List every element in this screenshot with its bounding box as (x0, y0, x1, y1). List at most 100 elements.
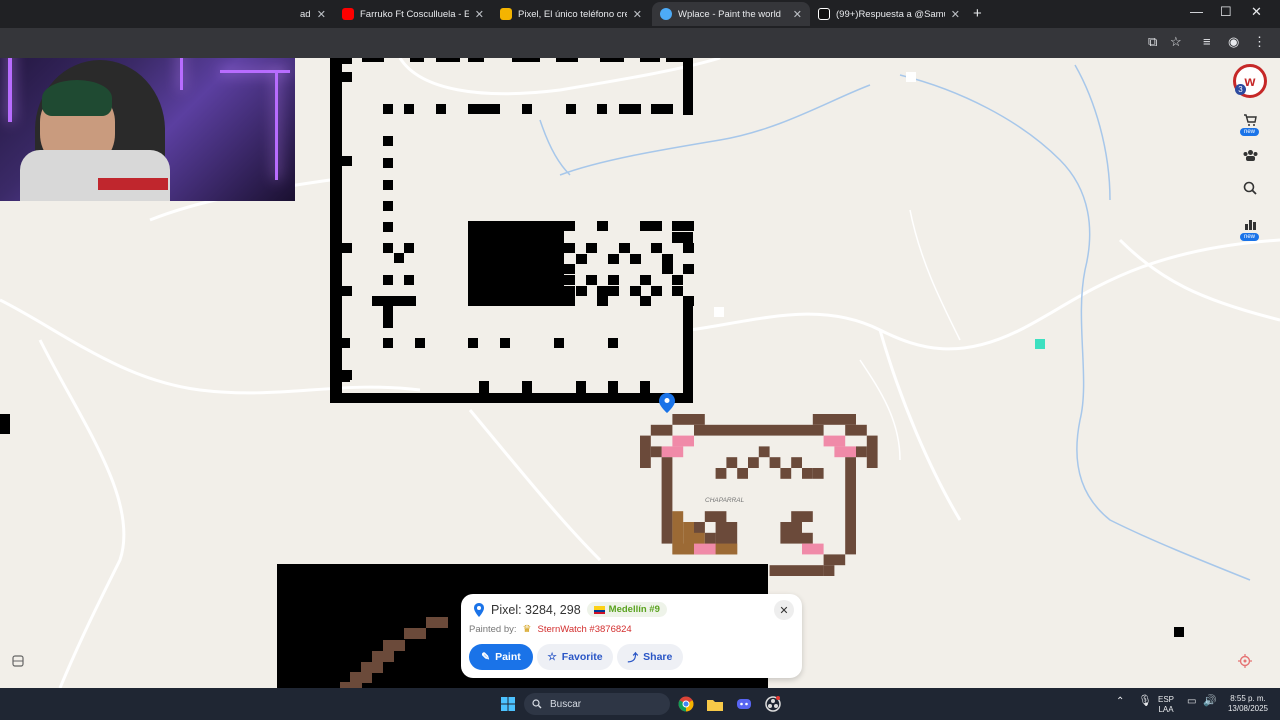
region-name: Medellín #9 (608, 604, 660, 615)
clock[interactable]: 8:55 p. m. 13/08/2025 (1222, 694, 1274, 714)
close-window-button[interactable]: ✕ (1251, 4, 1262, 20)
cat-pixel (748, 457, 759, 468)
share-icon: ⤴ (627, 651, 639, 664)
map-layers-button[interactable] (5, 648, 31, 674)
discord-taskbar-icon[interactable] (733, 693, 755, 715)
cat-pixel (704, 532, 716, 544)
art-pixel (683, 296, 694, 306)
file-explorer-icon[interactable] (704, 693, 726, 715)
art-pixel (522, 381, 532, 393)
art-pixel (394, 253, 404, 263)
network-icon[interactable]: ▭ (1187, 697, 1196, 707)
pixel-white (906, 72, 916, 82)
cat-pixel (845, 457, 856, 468)
art-pixel (330, 58, 342, 403)
art-pixel (683, 221, 694, 231)
new-badge: new (1240, 128, 1260, 136)
cat-pixel (780, 522, 802, 544)
art-pixel (468, 338, 478, 348)
crosshair-icon (1238, 654, 1252, 668)
pixel-edge (0, 414, 10, 434)
art-pixel (404, 275, 414, 285)
favorite-button[interactable]: ☆ Favorite (537, 644, 613, 670)
art-pixel (383, 338, 393, 348)
cat-pixel (780, 468, 792, 479)
cart-icon (1244, 114, 1257, 126)
art-pixel (522, 104, 532, 114)
painter-name[interactable]: SternWatch #3876824 (538, 624, 632, 635)
layers-icon (12, 655, 24, 667)
tab-2[interactable]: Pixel, El único teléfono creado p ✕ (492, 2, 650, 26)
tab-0[interactable]: ade ✕ (292, 2, 334, 26)
art-pixel (564, 221, 575, 231)
art-pixel (564, 264, 575, 274)
share-button[interactable]: ⤴ Share (617, 644, 683, 670)
cat-pixel (672, 414, 705, 425)
cat-pixel (704, 511, 727, 522)
chevron-up-icon[interactable]: ⌃ (1116, 697, 1124, 707)
art-pixel (683, 264, 694, 274)
region-chip[interactable]: Medellín #9 (586, 602, 667, 617)
art-pixel (340, 156, 352, 166)
art-pixel (608, 338, 618, 348)
art-pixel (608, 275, 619, 285)
tab-close-icon[interactable]: ✕ (633, 8, 642, 21)
tab-wplace[interactable]: Wplace - Paint the world ✕ (652, 2, 810, 26)
art-pixel (340, 286, 352, 296)
tab-close-icon[interactable]: ✕ (475, 8, 484, 21)
location-pin-icon (474, 602, 484, 617)
tab-4[interactable]: (99+)Respuesta a @Samuellxx ✕ (810, 2, 968, 26)
paint-button[interactable]: ✎ Paint (469, 644, 533, 670)
language-indicator[interactable]: ESP LAA (1158, 695, 1174, 715)
close-panel-button[interactable]: ✕ (774, 600, 794, 620)
art-pixel (342, 372, 350, 382)
cat-pixel (650, 446, 662, 458)
art-pixel (512, 58, 540, 62)
tab-title: ade (300, 8, 311, 20)
obs-taskbar-icon[interactable] (762, 693, 784, 715)
install-app-icon[interactable]: ⧉ (1148, 34, 1157, 50)
cat-pixel (650, 424, 673, 436)
start-button[interactable] (497, 693, 519, 715)
art-pixel (500, 338, 510, 348)
level-badge: 3 (1235, 84, 1246, 95)
alliance-button[interactable] (1237, 142, 1263, 168)
search-location-button[interactable] (1237, 175, 1263, 201)
art-pixel (350, 672, 372, 683)
person-cap (42, 80, 112, 116)
location-pin-icon[interactable] (659, 393, 675, 413)
art-pixel (619, 243, 630, 253)
microphone-icon[interactable]: 🎙 (1138, 696, 1152, 707)
art-pixel (640, 381, 650, 393)
taskbar-search[interactable]: Buscar (524, 693, 670, 715)
media-controls-icon[interactable]: ≡ (1203, 34, 1211, 49)
art-pixel (651, 286, 662, 296)
art-pixel (404, 628, 426, 639)
maximize-button[interactable]: ☐ (1220, 4, 1232, 20)
profile-icon[interactable]: ◉ (1228, 34, 1239, 50)
tab-close-icon[interactable]: ✕ (793, 8, 802, 21)
cat-pixel (834, 446, 856, 458)
bookmark-star-icon[interactable]: ☆ (1170, 34, 1182, 50)
more-menu-icon[interactable]: ⋮ (1253, 34, 1266, 50)
tab-1[interactable]: Farruko Ft Cosculluela - Ella No ✕ (334, 2, 492, 26)
tab-close-icon[interactable]: ✕ (317, 8, 326, 21)
cat-pixel (726, 457, 738, 468)
new-tab-button[interactable]: + (973, 5, 982, 22)
art-pixel (576, 254, 587, 264)
search-placeholder: Buscar (550, 698, 582, 710)
volume-icon[interactable]: 🔊 (1203, 696, 1217, 707)
minimize-button[interactable]: — (1190, 4, 1203, 19)
tab-close-icon[interactable]: ✕ (951, 8, 960, 21)
clock-date: 13/08/2025 (1227, 704, 1269, 713)
art-pixel (640, 275, 651, 285)
webcam-overlay-top (0, 0, 292, 58)
chrome-taskbar-icon[interactable] (675, 693, 697, 715)
locate-me-button[interactable] (1232, 648, 1258, 674)
tab-title: Farruko Ft Cosculluela - Ella No (360, 8, 469, 20)
cat-pixel (845, 424, 867, 436)
person-shirt (20, 150, 170, 201)
leaderboard-icon (1244, 219, 1256, 230)
tab-title: Pixel, El único teléfono creado p (518, 8, 627, 20)
cat-pixel (694, 522, 705, 533)
